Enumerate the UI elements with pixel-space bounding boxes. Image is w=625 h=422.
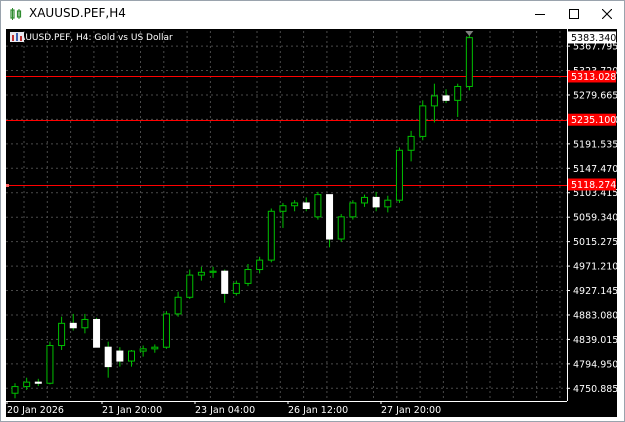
candle-bull[interactable] [454, 85, 462, 101]
candle-bull[interactable] [430, 95, 438, 107]
level-price-label: 5313.028 [571, 72, 616, 83]
candle-bear[interactable] [116, 350, 124, 362]
close-button[interactable] [590, 1, 624, 27]
chart-header: XAUUSD.PEF, H4: Gold vs US Dollar [10, 32, 173, 44]
window-title: XAUUSD.PEF,H4 [29, 6, 126, 20]
candle-bull[interactable] [279, 205, 287, 212]
x-tick-label: 26 Jan 12:00 [288, 405, 348, 416]
candle-bull[interactable] [465, 37, 473, 87]
y-tick-label: 5191.535 [573, 139, 617, 150]
current-bar-marker [465, 31, 474, 36]
candle-bull[interactable] [291, 202, 299, 207]
candle-bull[interactable] [151, 346, 159, 350]
candle-bull[interactable] [162, 313, 170, 348]
y-tick-label: 5279.665 [573, 90, 617, 101]
candle-bull[interactable] [314, 194, 322, 218]
x-tick-label: 21 Jan 20:00 [102, 405, 162, 416]
x-tick-label: 23 Jan 04:00 [195, 405, 255, 416]
x-tick-label: 20 Jan 2026 [7, 405, 64, 416]
minimize-icon [535, 14, 545, 15]
level-price-label: 5235.100 [571, 115, 616, 126]
x-tick-label: 27 Jan 20:00 [381, 405, 441, 416]
y-tick-label: 5059.340 [573, 213, 617, 224]
candle-bull[interactable] [58, 322, 66, 347]
y-tick-label: 4927.145 [573, 286, 617, 297]
candle-bull[interactable] [337, 216, 345, 240]
candle-bear[interactable] [372, 196, 380, 208]
candle-bull[interactable] [232, 282, 240, 294]
chart-window: XAUUSD.PEF,H4 5367.7955323.7205279.66552… [0, 0, 625, 422]
candle-bull[interactable] [395, 149, 403, 201]
y-tick-label: 4971.210 [573, 262, 617, 273]
candle-bull[interactable] [349, 202, 357, 218]
candle-bull[interactable] [174, 296, 182, 315]
candle-bear[interactable] [442, 95, 450, 101]
chart-description-label: Gold vs US Dollar [94, 33, 173, 43]
candle-bull[interactable] [186, 274, 194, 298]
price-chart[interactable]: 5367.7955323.7205279.6655235.5905191.535… [6, 29, 617, 417]
chart-window-icon [10, 8, 22, 20]
candle-bear[interactable] [326, 194, 334, 240]
level-price-label: 5118.274 [571, 180, 616, 191]
candle-bull[interactable] [209, 270, 217, 273]
y-tick-label: 4883.080 [573, 310, 617, 321]
candle-bull[interactable] [197, 271, 205, 276]
candle-bull[interactable] [419, 105, 427, 137]
chart-symbol-label: XAUUSD.PEF, H4: [13, 33, 92, 43]
y-tick-label: 4839.015 [573, 335, 617, 346]
current-price-label: 5383.340 [571, 33, 616, 44]
minimize-button[interactable] [523, 1, 557, 27]
candle-bear[interactable] [104, 346, 112, 368]
close-icon [602, 9, 612, 19]
candle-bull[interactable] [81, 318, 89, 329]
candle-bear[interactable] [93, 318, 101, 348]
y-tick-label: 4750.885 [573, 384, 617, 395]
candle-bull[interactable] [361, 196, 368, 204]
candle-bull[interactable] [244, 269, 252, 284]
candle-bull[interactable] [407, 135, 415, 151]
y-tick-label: 4794.950 [573, 359, 617, 370]
candle-bull[interactable] [384, 199, 392, 208]
level-marker [6, 184, 9, 187]
candle-bull[interactable] [267, 210, 275, 261]
candle-bull[interactable] [23, 381, 31, 388]
maximize-button[interactable] [557, 1, 591, 27]
candle-bull[interactable] [46, 345, 54, 384]
candle-bull[interactable] [256, 259, 264, 271]
candle-bear[interactable] [34, 381, 42, 384]
candle-bear[interactable] [302, 202, 310, 210]
candle-bull[interactable] [128, 350, 135, 362]
candle-bull[interactable] [11, 386, 19, 394]
candle-bear[interactable] [221, 270, 229, 294]
maximize-icon [569, 9, 579, 19]
candle-bull[interactable] [139, 348, 147, 352]
candle-bear[interactable] [69, 322, 77, 329]
y-tick-label: 5015.275 [573, 237, 617, 248]
title-bar[interactable]: XAUUSD.PEF,H4 [1, 1, 624, 27]
y-tick-label: 5147.470 [573, 164, 617, 175]
candlestick-chart[interactable]: 5367.7955323.7205279.6655235.5905191.535… [6, 29, 617, 417]
indicator-icon[interactable] [10, 32, 24, 42]
